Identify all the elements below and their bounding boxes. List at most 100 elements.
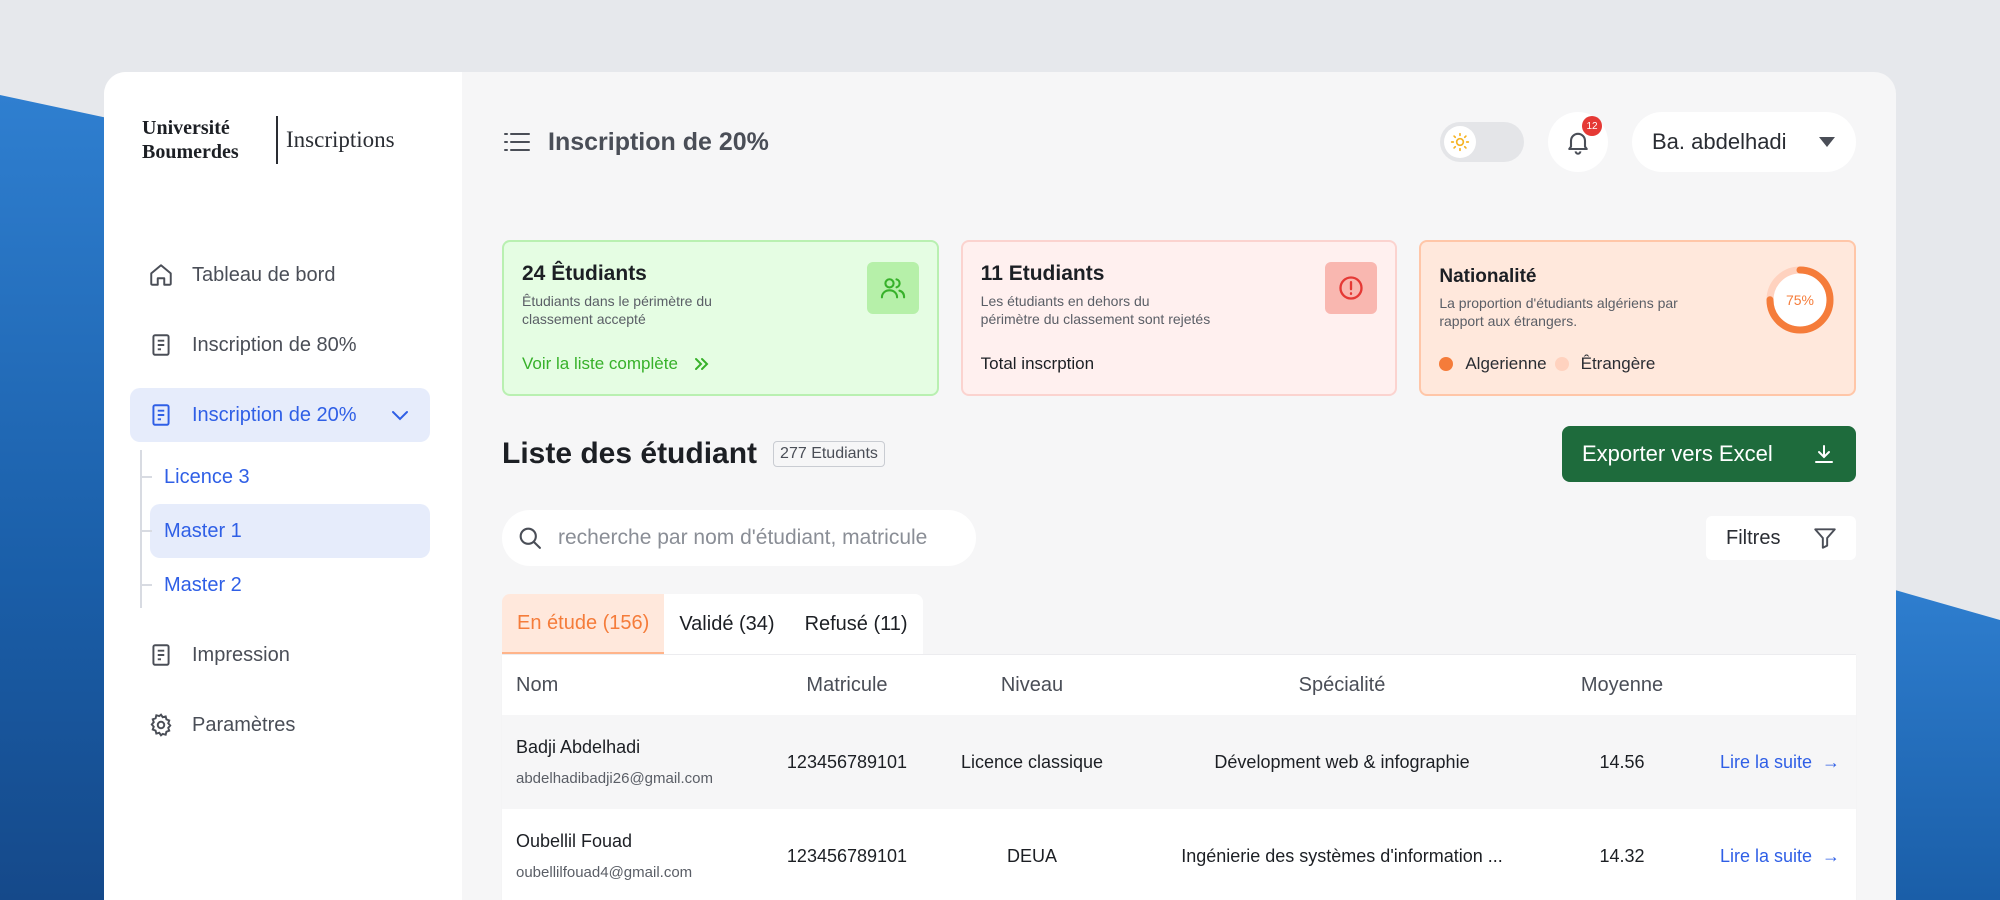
student-name: Oubellil Fouad <box>516 831 633 851</box>
student-moyenne: 14.56 <box>1599 751 1645 772</box>
filter-icon <box>1814 528 1836 549</box>
sidebar-item-tableau-de-bord[interactable]: Tableau de bord <box>130 248 430 302</box>
student-email: abdelhadibadji26@gmail.com <box>516 770 714 787</box>
column-header-nom[interactable]: Nom <box>502 674 762 697</box>
student-matricule: 123456789101 <box>786 751 908 772</box>
gear-icon <box>150 713 172 737</box>
search-input[interactable] <box>558 526 958 550</box>
students-table: Nom Matricule Niveau Spécialité Moyenne … <box>502 654 1856 900</box>
student-name: Badji Abdelhadi <box>516 737 641 757</box>
search-icon <box>519 527 541 549</box>
sidebar-item-inscription-20[interactable]: Inscription de 20% <box>130 388 430 442</box>
sidebar-subitem-master-1[interactable]: Master 1 <box>140 504 430 558</box>
search-row: Filtres <box>502 510 1856 566</box>
export-excel-button[interactable]: Exporter vers Excel <box>1562 426 1856 482</box>
column-header-niveau[interactable]: Niveau <box>932 674 1132 697</box>
student-name-cell: Oubellil Fouad oubellilfouad4@gmail.com <box>502 831 762 881</box>
sidebar-item-parametres[interactable]: Paramètres <box>130 698 430 752</box>
legend-dot-etrangere <box>1554 357 1569 371</box>
sidebar-item-label: Paramètres <box>192 713 296 736</box>
column-header-moyenne[interactable]: Moyenne <box>1552 674 1692 697</box>
brand-separator <box>276 116 278 164</box>
read-more-link[interactable]: Lire la suite → <box>1692 752 1854 773</box>
brand-university: Université Boumerdes <box>142 117 239 163</box>
download-icon <box>1815 445 1833 463</box>
student-moyenne: 14.32 <box>1599 845 1645 866</box>
legend-label: Êtrangère <box>1580 354 1656 373</box>
alert-icon <box>1325 262 1378 314</box>
nationality-card: Nationalité La proportion d'étudiants al… <box>1419 240 1857 396</box>
legend-dot-algerienne <box>1439 357 1454 371</box>
table-row: Badji Abdelhadi abdelhadibadji26@gmail.c… <box>502 715 1856 809</box>
sidebar-item-label: Inscription de 20% <box>192 403 357 426</box>
card-description: Êtudiants dans le périmètre du classemen… <box>522 293 712 327</box>
sidebar-item-inscription-80[interactable]: Inscription de 80% <box>130 318 430 372</box>
read-more-link[interactable]: Lire la suite → <box>1692 846 1854 867</box>
export-button-label: Exporter vers Excel <box>1582 441 1773 466</box>
student-specialite: Dévelopment web & infographie <box>1214 751 1470 772</box>
nationality-donut-chart: 75% <box>1766 266 1834 334</box>
student-niveau: DEUA <box>1006 845 1057 866</box>
list-header: Liste des étudiant 277 Etudiants Exporte… <box>502 426 1856 482</box>
theme-toggle[interactable] <box>1440 122 1524 162</box>
stats-cards: 24 Êtudiants Êtudiants dans le périmètre… <box>502 240 1857 396</box>
menu-icon[interactable] <box>502 127 532 157</box>
tab-valide[interactable]: Validé (34) <box>664 594 790 654</box>
view-full-list-link[interactable]: Voir la liste complète <box>522 354 712 374</box>
card-description: La proportion d'étudiants algériens par … <box>1439 295 1678 329</box>
card-title: 11 Etudiants <box>980 262 1105 285</box>
home-icon <box>150 264 172 286</box>
sidebar-item-label: Impression <box>192 643 290 666</box>
main-content: Inscription de 20% 12 Ba. abdelhadi 24 Ê… <box>462 72 1896 900</box>
notifications-button[interactable]: 12 <box>1548 112 1608 172</box>
card-link-label: Voir la liste complète <box>522 354 678 373</box>
sun-icon <box>1444 126 1476 158</box>
student-specialite: Ingénierie des systèmes d'information ..… <box>1181 845 1503 866</box>
sidebar-nav: Tableau de bord Inscription de 80% Inscr… <box>130 248 430 752</box>
user-name: Ba. abdelhadi <box>1652 129 1787 154</box>
document-icon <box>152 334 170 356</box>
donut-percent-label: 75% <box>1786 292 1814 308</box>
card-description: Les étudiants en dehors du périmètre du … <box>980 293 1211 327</box>
sidebar-subitem-master-2[interactable]: Master 2 <box>140 558 430 612</box>
document-icon <box>152 644 170 666</box>
topbar: Inscription de 20% 12 Ba. abdelhadi <box>502 72 1856 212</box>
app-window: Université Boumerdes Inscriptions Tablea… <box>104 72 1896 900</box>
page-title: Inscription de 20% <box>548 127 769 156</box>
sidebar-subnav: Licence 3 Master 1 Master 2 <box>134 450 430 612</box>
column-header-specialite[interactable]: Spécialité <box>1132 674 1552 697</box>
arrow-right-icon: → <box>1822 845 1840 866</box>
legend-label: Algerienne <box>1465 354 1547 373</box>
card-footer: Total inscrption <box>980 354 1095 373</box>
nationality-legend: Algerienne Êtrangère <box>1439 354 1655 374</box>
read-more-label: Lire la suite <box>1719 751 1812 772</box>
brand-logo: Université Boumerdes Inscriptions <box>142 116 430 164</box>
sidebar: Université Boumerdes Inscriptions Tablea… <box>104 72 462 900</box>
filters-label: Filtres <box>1726 526 1781 549</box>
notification-badge: 12 <box>1582 116 1602 136</box>
student-email: oubellilfouad4@gmail.com <box>516 864 693 881</box>
student-matricule: 123456789101 <box>786 845 908 866</box>
brand-app-name: Inscriptions <box>286 127 395 152</box>
filters-button[interactable]: Filtres <box>1706 516 1856 560</box>
topbar-actions: 12 Ba. abdelhadi <box>1440 112 1856 172</box>
table-row: Oubellil Fouad oubellilfouad4@gmail.com … <box>502 809 1856 900</box>
student-name-cell: Badji Abdelhadi abdelhadibadji26@gmail.c… <box>502 737 762 787</box>
table-header: Nom Matricule Niveau Spécialité Moyenne <box>502 655 1856 715</box>
tab-refuse[interactable]: Refusé (11) <box>789 594 923 654</box>
search-box <box>502 510 976 566</box>
sidebar-item-label: Tableau de bord <box>192 263 336 286</box>
caret-down-icon <box>1819 137 1835 147</box>
column-header-matricule[interactable]: Matricule <box>762 674 932 697</box>
list-title: Liste des étudiant <box>502 437 758 470</box>
sidebar-subitem-licence-3[interactable]: Licence 3 <box>140 450 430 504</box>
sidebar-item-impression[interactable]: Impression <box>130 628 430 682</box>
double-chevron-right-icon <box>694 358 709 370</box>
read-more-label: Lire la suite <box>1719 845 1812 866</box>
sidebar-item-label: Inscription de 80% <box>192 333 357 356</box>
user-menu[interactable]: Ba. abdelhadi <box>1632 112 1856 172</box>
status-tabs: En étude (156) Validé (34) Refusé (11) <box>502 594 1856 654</box>
tab-en-etude[interactable]: En étude (156) <box>502 594 665 654</box>
arrow-right-icon: → <box>1822 751 1840 772</box>
chevron-down-icon[interactable] <box>388 403 412 427</box>
